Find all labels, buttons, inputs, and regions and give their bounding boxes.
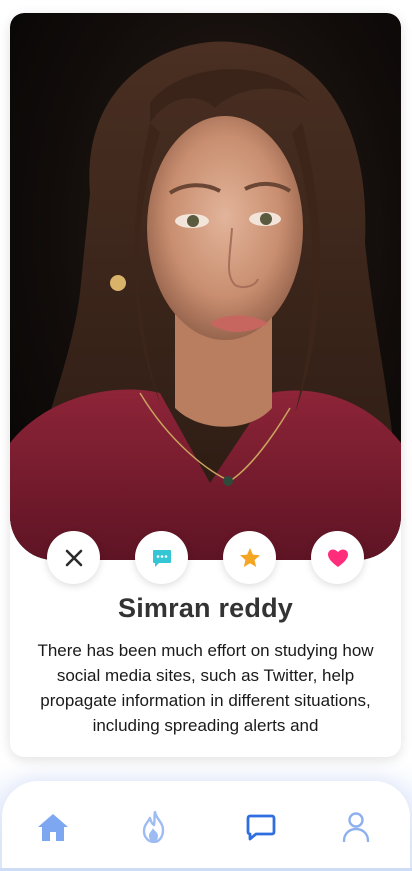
profile-name: Simran reddy	[118, 593, 293, 623]
nav-discover[interactable]	[135, 807, 175, 847]
like-button[interactable]	[311, 531, 364, 584]
bottom-nav	[2, 781, 410, 871]
profile-card[interactable]: Simran reddy There has been much effort …	[10, 13, 401, 757]
user-icon	[342, 812, 370, 842]
profile-screen: Simran reddy There has been much effort …	[0, 0, 412, 871]
profile-photo	[10, 13, 401, 560]
home-icon	[38, 814, 68, 841]
flame-icon	[142, 811, 165, 843]
action-buttons	[10, 531, 401, 587]
close-icon	[65, 549, 82, 566]
heart-icon	[327, 549, 348, 567]
star-icon	[239, 547, 260, 567]
message-button[interactable]	[135, 531, 188, 584]
nav-messages[interactable]	[241, 807, 281, 847]
profile-bio: There has been much effort on studying h…	[37, 641, 374, 735]
nav-profile[interactable]	[336, 807, 376, 847]
chat-icon	[246, 814, 276, 841]
super-like-button[interactable]	[223, 531, 276, 584]
nav-home[interactable]	[33, 807, 73, 847]
dislike-button[interactable]	[47, 531, 100, 584]
chat-bubble-icon	[152, 549, 171, 567]
